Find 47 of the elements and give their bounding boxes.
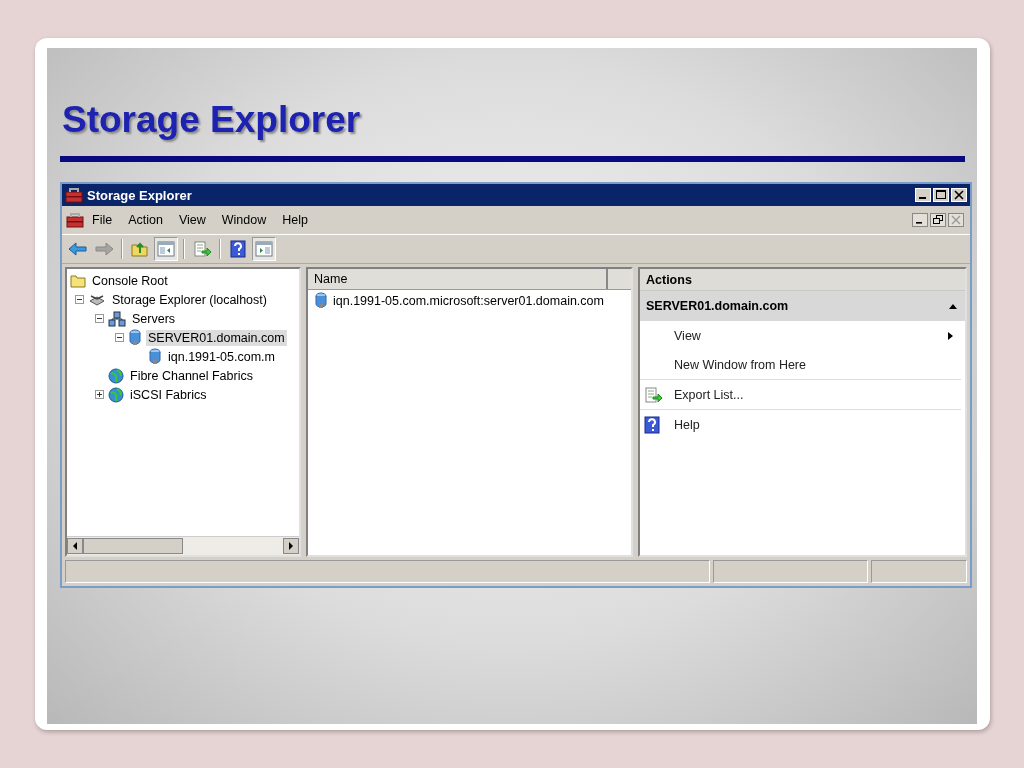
help-icon: [644, 415, 660, 434]
action-link[interactable]: Export List...: [674, 387, 744, 402]
storage-icon: [88, 292, 106, 307]
tree-item[interactable]: iqn.1991-05.com.m: [166, 348, 277, 365]
maximize-icon[interactable]: [933, 188, 949, 202]
menu-item[interactable]: File: [84, 213, 121, 227]
actions-section-header[interactable]: SERVER01.domain.com: [640, 291, 965, 321]
collapse-icon[interactable]: [115, 333, 124, 342]
scroll-right-icon[interactable]: [283, 538, 299, 554]
server-icon: [148, 348, 162, 365]
scroll-left-icon[interactable]: [67, 538, 83, 554]
globe-icon: [108, 367, 124, 384]
server-icon: [314, 292, 328, 309]
scrollbar-thumb[interactable]: [83, 538, 183, 554]
minimize-icon[interactable]: [912, 213, 928, 227]
list-item[interactable]: iqn.1991-05.com.microsoft:server01.domain.com: [333, 293, 604, 308]
server-icon: [128, 329, 142, 346]
collapse-arrow-icon[interactable]: [949, 303, 957, 309]
section-title: SERVER01.domain.com: [646, 299, 789, 313]
tree-item[interactable]: Storage Explorer (localhost): [110, 291, 269, 308]
toolbox-icon: [66, 212, 84, 228]
expand-icon[interactable]: [95, 390, 104, 399]
slide-title: Storage Explorer: [61, 98, 362, 142]
collapse-icon[interactable]: [95, 314, 104, 323]
action-link[interactable]: View: [674, 328, 701, 343]
tree-item[interactable]: Fibre Channel Fabrics: [128, 367, 255, 384]
toolbox-icon: [65, 187, 83, 203]
window-title: Storage Explorer: [87, 187, 192, 203]
horizontal-scrollbar[interactable]: [67, 536, 299, 555]
tree-item[interactable]: SERVER01.domain.com: [146, 329, 287, 346]
tree-item[interactable]: Servers: [130, 310, 178, 327]
menu-item[interactable]: Help: [274, 213, 316, 227]
export-list-icon: [644, 386, 662, 403]
globe-icon: [108, 386, 124, 403]
collapse-icon[interactable]: [75, 295, 84, 304]
tree-item[interactable]: iSCSI Fabrics: [128, 386, 209, 403]
menu-item[interactable]: Action: [120, 213, 171, 227]
network-icon: [108, 310, 126, 327]
actions-header: Actions: [640, 269, 965, 291]
console-tree-button[interactable]: [154, 237, 178, 261]
action-link[interactable]: Help: [674, 417, 700, 432]
menu-item[interactable]: Window: [213, 213, 275, 227]
folder-icon: [70, 273, 86, 288]
tree-item[interactable]: Console Root: [90, 272, 170, 289]
restore-icon[interactable]: [930, 213, 946, 227]
action-link[interactable]: New Window from Here: [674, 357, 806, 372]
menu-item[interactable]: View: [170, 213, 214, 227]
